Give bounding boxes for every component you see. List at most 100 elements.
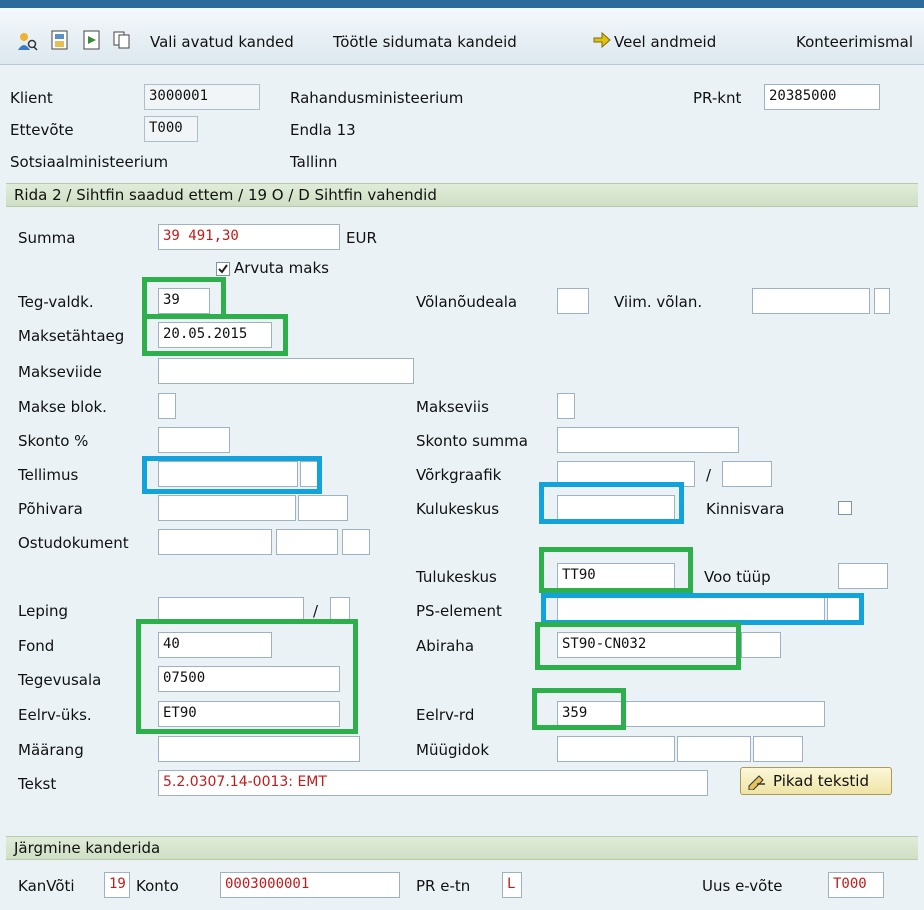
skonto-summa-field[interactable] — [557, 427, 739, 453]
section-next-line-header: Järgmine kanderida — [6, 836, 918, 860]
simulate-document-icon[interactable] — [82, 30, 102, 50]
save-document-icon[interactable] — [50, 30, 70, 50]
more-data-button[interactable]: Veel andmeid — [614, 33, 716, 51]
checkmark-icon — [218, 264, 228, 274]
abiraha-field-2[interactable] — [741, 632, 781, 658]
ostudokument-field-3[interactable] — [342, 529, 370, 555]
kulukeskus-label: Kulukeskus — [416, 500, 500, 518]
tekst-label: Tekst — [18, 775, 57, 793]
highlight-ps-element — [541, 593, 864, 625]
volanoudeala-field[interactable] — [557, 288, 589, 314]
klient-label: Klient — [10, 89, 53, 107]
muugidok-field-3[interactable] — [753, 736, 803, 762]
abiraha-label: Abiraha — [416, 637, 475, 655]
makseviis-label: Makseviis — [416, 398, 489, 416]
makseviide-field[interactable] — [158, 358, 414, 384]
tekst-field[interactable]: 5.2.0307.14-0013: EMT — [158, 770, 708, 796]
muugidok-label: Müügidok — [416, 741, 490, 759]
makse-blok-label: Makse blok. — [18, 398, 107, 416]
kinnisvara-label: Kinnisvara — [706, 500, 785, 518]
maarang-label: Määrang — [18, 741, 84, 759]
highlight-fond-group — [136, 619, 358, 734]
muugidok-field-2[interactable] — [677, 736, 751, 762]
currency-label: EUR — [346, 229, 377, 247]
tellimus-label: Tellimus — [18, 466, 79, 484]
arrow-right-icon — [593, 31, 611, 49]
highlight-kulukeskus — [539, 482, 684, 524]
maksetahtaeg-label: Maksetähtaeg — [18, 327, 125, 345]
highlight-tulukeskus — [539, 547, 693, 593]
section-item-header: Rida 2 / Sihtfin saadud ettem / 19 O / D… — [6, 183, 918, 207]
kanvoti-label: KanVõti — [18, 877, 75, 895]
ettevote-field[interactable]: T000 — [144, 116, 198, 142]
highlight-tellimus — [142, 456, 322, 494]
viim-volan-field[interactable] — [752, 288, 870, 314]
arvuta-maks-checkbox[interactable] — [216, 262, 230, 276]
teg-valdk-label: Teg-valdk. — [18, 293, 94, 311]
long-texts-label: Pikad tekstid — [773, 772, 869, 790]
viim-volan-label: Viim. võlan. — [614, 293, 703, 311]
maarang-field[interactable] — [158, 736, 360, 762]
leping-separator: / — [313, 602, 319, 620]
tulukeskus-label: Tulukeskus — [416, 568, 497, 586]
ostudokument-field-2[interactable] — [276, 529, 338, 555]
tegevusala-label: Tegevusala — [18, 671, 102, 689]
vorkgraafik-label: Võrkgraafik — [416, 466, 502, 484]
muugidok-field[interactable] — [557, 736, 675, 762]
fond-label: Fond — [18, 637, 55, 655]
voo-tuup-field[interactable] — [838, 563, 888, 589]
organization-name: Sotsiaalministeerium — [10, 153, 169, 171]
pohivara-field[interactable] — [158, 495, 296, 521]
highlight-teg-valdk — [142, 277, 226, 319]
long-texts-button[interactable]: Pikad tekstid — [740, 767, 892, 795]
konto-label: Konto — [136, 877, 179, 895]
eelrv-rd-label: Eelrv-rd — [416, 706, 475, 724]
pencil-text-icon — [748, 775, 765, 790]
kinnisvara-checkbox[interactable] — [838, 501, 852, 515]
application-toolbar: Vali avatud kanded Töötle sidumata kande… — [0, 8, 924, 65]
posting-template-button[interactable]: Konteerimismal — [796, 33, 913, 51]
vorkgraafik-field-2[interactable] — [722, 461, 772, 487]
ettevote-label: Ettevõte — [10, 121, 74, 139]
uus-evote-field[interactable]: T000 — [828, 872, 884, 898]
title-strip — [0, 0, 924, 8]
ostudokument-field[interactable] — [158, 529, 272, 555]
klient-field[interactable]: 3000001 — [144, 84, 260, 110]
ostudokument-label: Ostudokument — [18, 534, 129, 552]
leping-label: Leping — [18, 602, 69, 620]
makse-blok-field[interactable] — [158, 393, 176, 419]
prknt-field[interactable]: 20385000 — [764, 84, 880, 110]
slash-separator: / — [706, 466, 712, 484]
highlight-eelrv-rd — [532, 688, 626, 730]
person-search-icon[interactable] — [16, 30, 38, 52]
volanoudeala-label: Võlanõudeala — [416, 293, 518, 311]
konto-field[interactable]: 0003000001 — [220, 872, 400, 898]
voo-tuup-label: Voo tüüp — [704, 568, 771, 586]
skonto-summa-label: Skonto summa — [416, 432, 528, 450]
pohivara-label: Põhivara — [18, 500, 83, 518]
klient-name: Rahandusministeerium — [290, 89, 464, 107]
summa-field[interactable]: 39 491,30 — [158, 224, 340, 250]
city-name: Tallinn — [290, 153, 338, 171]
pretn-label: PR e-tn — [416, 877, 471, 895]
viim-volan-field-2[interactable] — [874, 288, 890, 314]
eelrv-uks-label: Eelrv-üks. — [18, 706, 92, 724]
highlight-maksetahtaeg — [142, 314, 288, 356]
uus-evote-label: Uus e-võte — [702, 877, 783, 895]
address-line: Endla 13 — [290, 121, 356, 139]
copy-document-icon[interactable] — [112, 30, 132, 50]
ps-element-label: PS-element — [416, 602, 502, 620]
select-open-items-button[interactable]: Vali avatud kanded — [150, 33, 294, 51]
kanvoti-field[interactable]: 19 — [104, 872, 130, 898]
skonto-label: Skonto % — [18, 432, 89, 450]
summa-label: Summa — [18, 229, 76, 247]
prknt-label: PR-knt — [693, 89, 742, 107]
skonto-field[interactable] — [158, 427, 230, 453]
highlight-abiraha — [535, 622, 741, 670]
makseviide-label: Makseviide — [18, 363, 102, 381]
pretn-field[interactable]: L — [502, 872, 522, 898]
makseviis-field[interactable] — [557, 393, 575, 419]
arvuta-maks-label: Arvuta maks — [234, 259, 329, 277]
process-unlinked-items-button[interactable]: Töötle sidumata kandeid — [333, 33, 517, 51]
pohivara-field-2[interactable] — [298, 495, 348, 521]
